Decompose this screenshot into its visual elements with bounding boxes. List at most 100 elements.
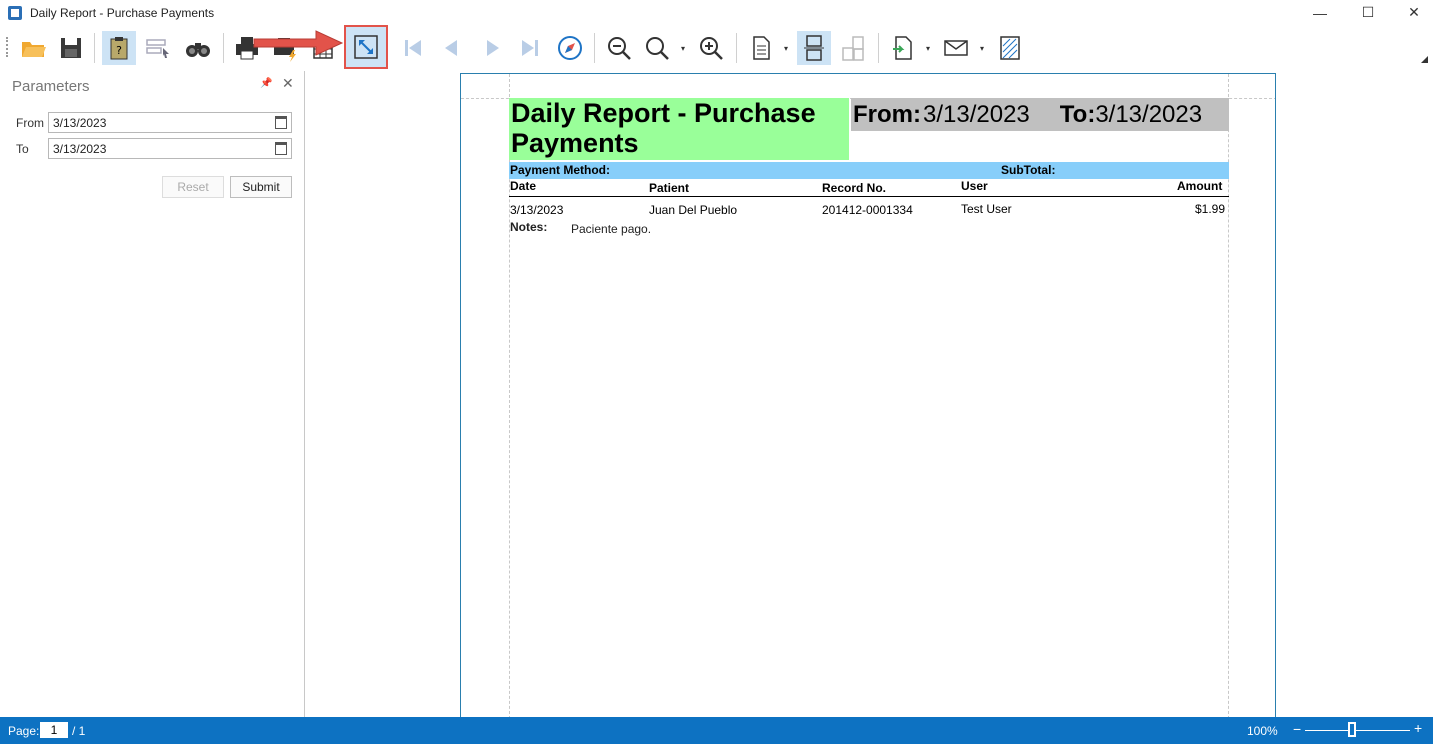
- zoom-button[interactable]: [640, 31, 674, 65]
- toolbar: ? ▾ ▾ ▾ ▾: [0, 25, 1433, 71]
- zoom-out-icon: [608, 37, 631, 60]
- continuous-pages-button[interactable]: [797, 31, 831, 65]
- open-button[interactable]: [16, 31, 50, 65]
- page-number-input[interactable]: 1: [40, 722, 68, 738]
- report-app-icon: [8, 5, 22, 20]
- editable-fields-icon: [146, 39, 169, 58]
- to-label: To: [16, 141, 29, 156]
- to-date-input[interactable]: 3/13/2023: [48, 138, 292, 159]
- title-bar: Daily Report - Purchase Payments: [0, 0, 1433, 25]
- row-amount: $1.99: [1195, 202, 1226, 216]
- column-header-amount: Amount: [1177, 179, 1223, 193]
- to-label: To:: [1059, 100, 1096, 128]
- last-page-icon: [522, 40, 538, 56]
- from-date-value: 3/13/2023: [53, 116, 107, 130]
- page-layout-button[interactable]: [836, 31, 870, 65]
- zoom-slider-track[interactable]: [1305, 730, 1410, 731]
- report-date-range: From: 3/13/2023 To: 3/13/2023: [851, 98, 1229, 131]
- zoom-out-button[interactable]: [602, 31, 636, 65]
- panel-close-icon[interactable]: ✕: [282, 75, 294, 92]
- status-bar: Page: 1 / 1 100% − +: [0, 717, 1433, 744]
- watermark-button[interactable]: [993, 31, 1027, 65]
- email-icon: [944, 40, 968, 56]
- save-button[interactable]: [54, 31, 88, 65]
- navigation-button[interactable]: [553, 31, 587, 65]
- row-user: Test User: [961, 202, 1012, 216]
- parameters-icon: ?: [110, 37, 128, 60]
- next-page-icon: [487, 40, 499, 56]
- toolbar-separator: [94, 33, 95, 63]
- first-page-button[interactable]: [396, 31, 430, 65]
- column-header-record-no: Record No.: [822, 181, 887, 195]
- to-date-value: 3/13/2023: [53, 142, 107, 156]
- toolbar-overflow-icon[interactable]: [1421, 56, 1428, 63]
- parameters-panel: Parameters 📌 ✕ From 3/13/2023 To 3/13/20…: [0, 71, 305, 717]
- maximize-button[interactable]: ☐: [1345, 0, 1391, 25]
- fit-page-button[interactable]: [344, 25, 388, 69]
- report-page: Daily Report - Purchase Payments From: 3…: [460, 73, 1276, 733]
- from-label: From: [16, 115, 44, 130]
- report-title: Daily Report - Purchase Payments: [509, 98, 849, 160]
- zoom-level: 100%: [1247, 724, 1278, 738]
- row-date: 3/13/2023: [510, 203, 564, 217]
- submit-button[interactable]: Submit: [230, 176, 292, 198]
- search-button[interactable]: [181, 31, 215, 65]
- page-view-dropdown-icon[interactable]: ▾: [784, 44, 792, 53]
- from-label: From:: [853, 100, 921, 128]
- email-dropdown-icon[interactable]: ▾: [980, 44, 988, 53]
- report-viewer[interactable]: Daily Report - Purchase Payments From: 3…: [306, 71, 1433, 733]
- pin-icon[interactable]: 📌: [260, 78, 272, 89]
- to-value: 3/13/2023: [1095, 100, 1203, 128]
- first-page-icon: [405, 40, 421, 56]
- zoom-dropdown-icon[interactable]: ▾: [681, 44, 689, 53]
- zoom-in-icon: [700, 37, 723, 60]
- notes-value: Paciente pago.: [571, 222, 652, 236]
- editable-fields-button[interactable]: [141, 31, 175, 65]
- header-divider: [509, 196, 1229, 197]
- toolbar-separator: [878, 33, 879, 63]
- zoom-minus-button[interactable]: −: [1293, 721, 1301, 737]
- toolbar-separator: [594, 33, 595, 63]
- row-record-no: 201412-0001334: [822, 203, 913, 217]
- previous-page-icon: [445, 40, 457, 56]
- notes-label: Notes:: [510, 220, 548, 234]
- navigation-compass-icon: [558, 36, 582, 60]
- zoom-slider-thumb[interactable]: [1348, 722, 1357, 737]
- search-icon: [186, 43, 210, 57]
- page-label: Page:: [8, 724, 40, 738]
- fit-page-icon: [354, 35, 378, 59]
- column-header-user: User: [961, 179, 988, 193]
- row-patient: Juan Del Pueblo: [649, 203, 738, 217]
- last-page-button[interactable]: [513, 31, 547, 65]
- close-button[interactable]: ✕: [1391, 0, 1433, 25]
- calendar-icon[interactable]: [275, 116, 287, 129]
- email-button[interactable]: [939, 31, 973, 65]
- watermark-icon: [1000, 36, 1020, 60]
- export-dropdown-icon[interactable]: ▾: [926, 44, 934, 53]
- multiple-pages-icon: [804, 35, 824, 61]
- export-icon: [893, 36, 912, 60]
- single-page-icon: [753, 36, 770, 60]
- parameters-button[interactable]: ?: [102, 31, 136, 65]
- parameters-title: Parameters: [12, 78, 90, 95]
- subtotal-label: SubTotal:: [1001, 163, 1056, 177]
- column-header-patient: Patient: [649, 181, 690, 195]
- payment-method-bar: Payment Method: SubTotal:: [509, 162, 1229, 179]
- zoom-in-button[interactable]: [694, 31, 728, 65]
- from-row: From 3/13/2023: [16, 112, 292, 133]
- reset-button[interactable]: Reset: [162, 176, 224, 198]
- next-page-button[interactable]: [476, 31, 510, 65]
- window-title: Daily Report - Purchase Payments: [30, 5, 215, 20]
- zoom-plus-button[interactable]: +: [1414, 720, 1422, 736]
- minimize-button[interactable]: —: [1297, 0, 1343, 25]
- toolbar-grip[interactable]: [6, 37, 8, 57]
- annotation-arrow-icon: [253, 30, 344, 56]
- single-page-button[interactable]: [744, 31, 778, 65]
- save-icon: [61, 38, 81, 58]
- from-date-input[interactable]: 3/13/2023: [48, 112, 292, 133]
- export-button[interactable]: [886, 31, 920, 65]
- previous-page-button[interactable]: [434, 31, 468, 65]
- page-count: / 1: [72, 724, 86, 738]
- toolbar-separator: [223, 33, 224, 63]
- calendar-icon[interactable]: [275, 142, 287, 155]
